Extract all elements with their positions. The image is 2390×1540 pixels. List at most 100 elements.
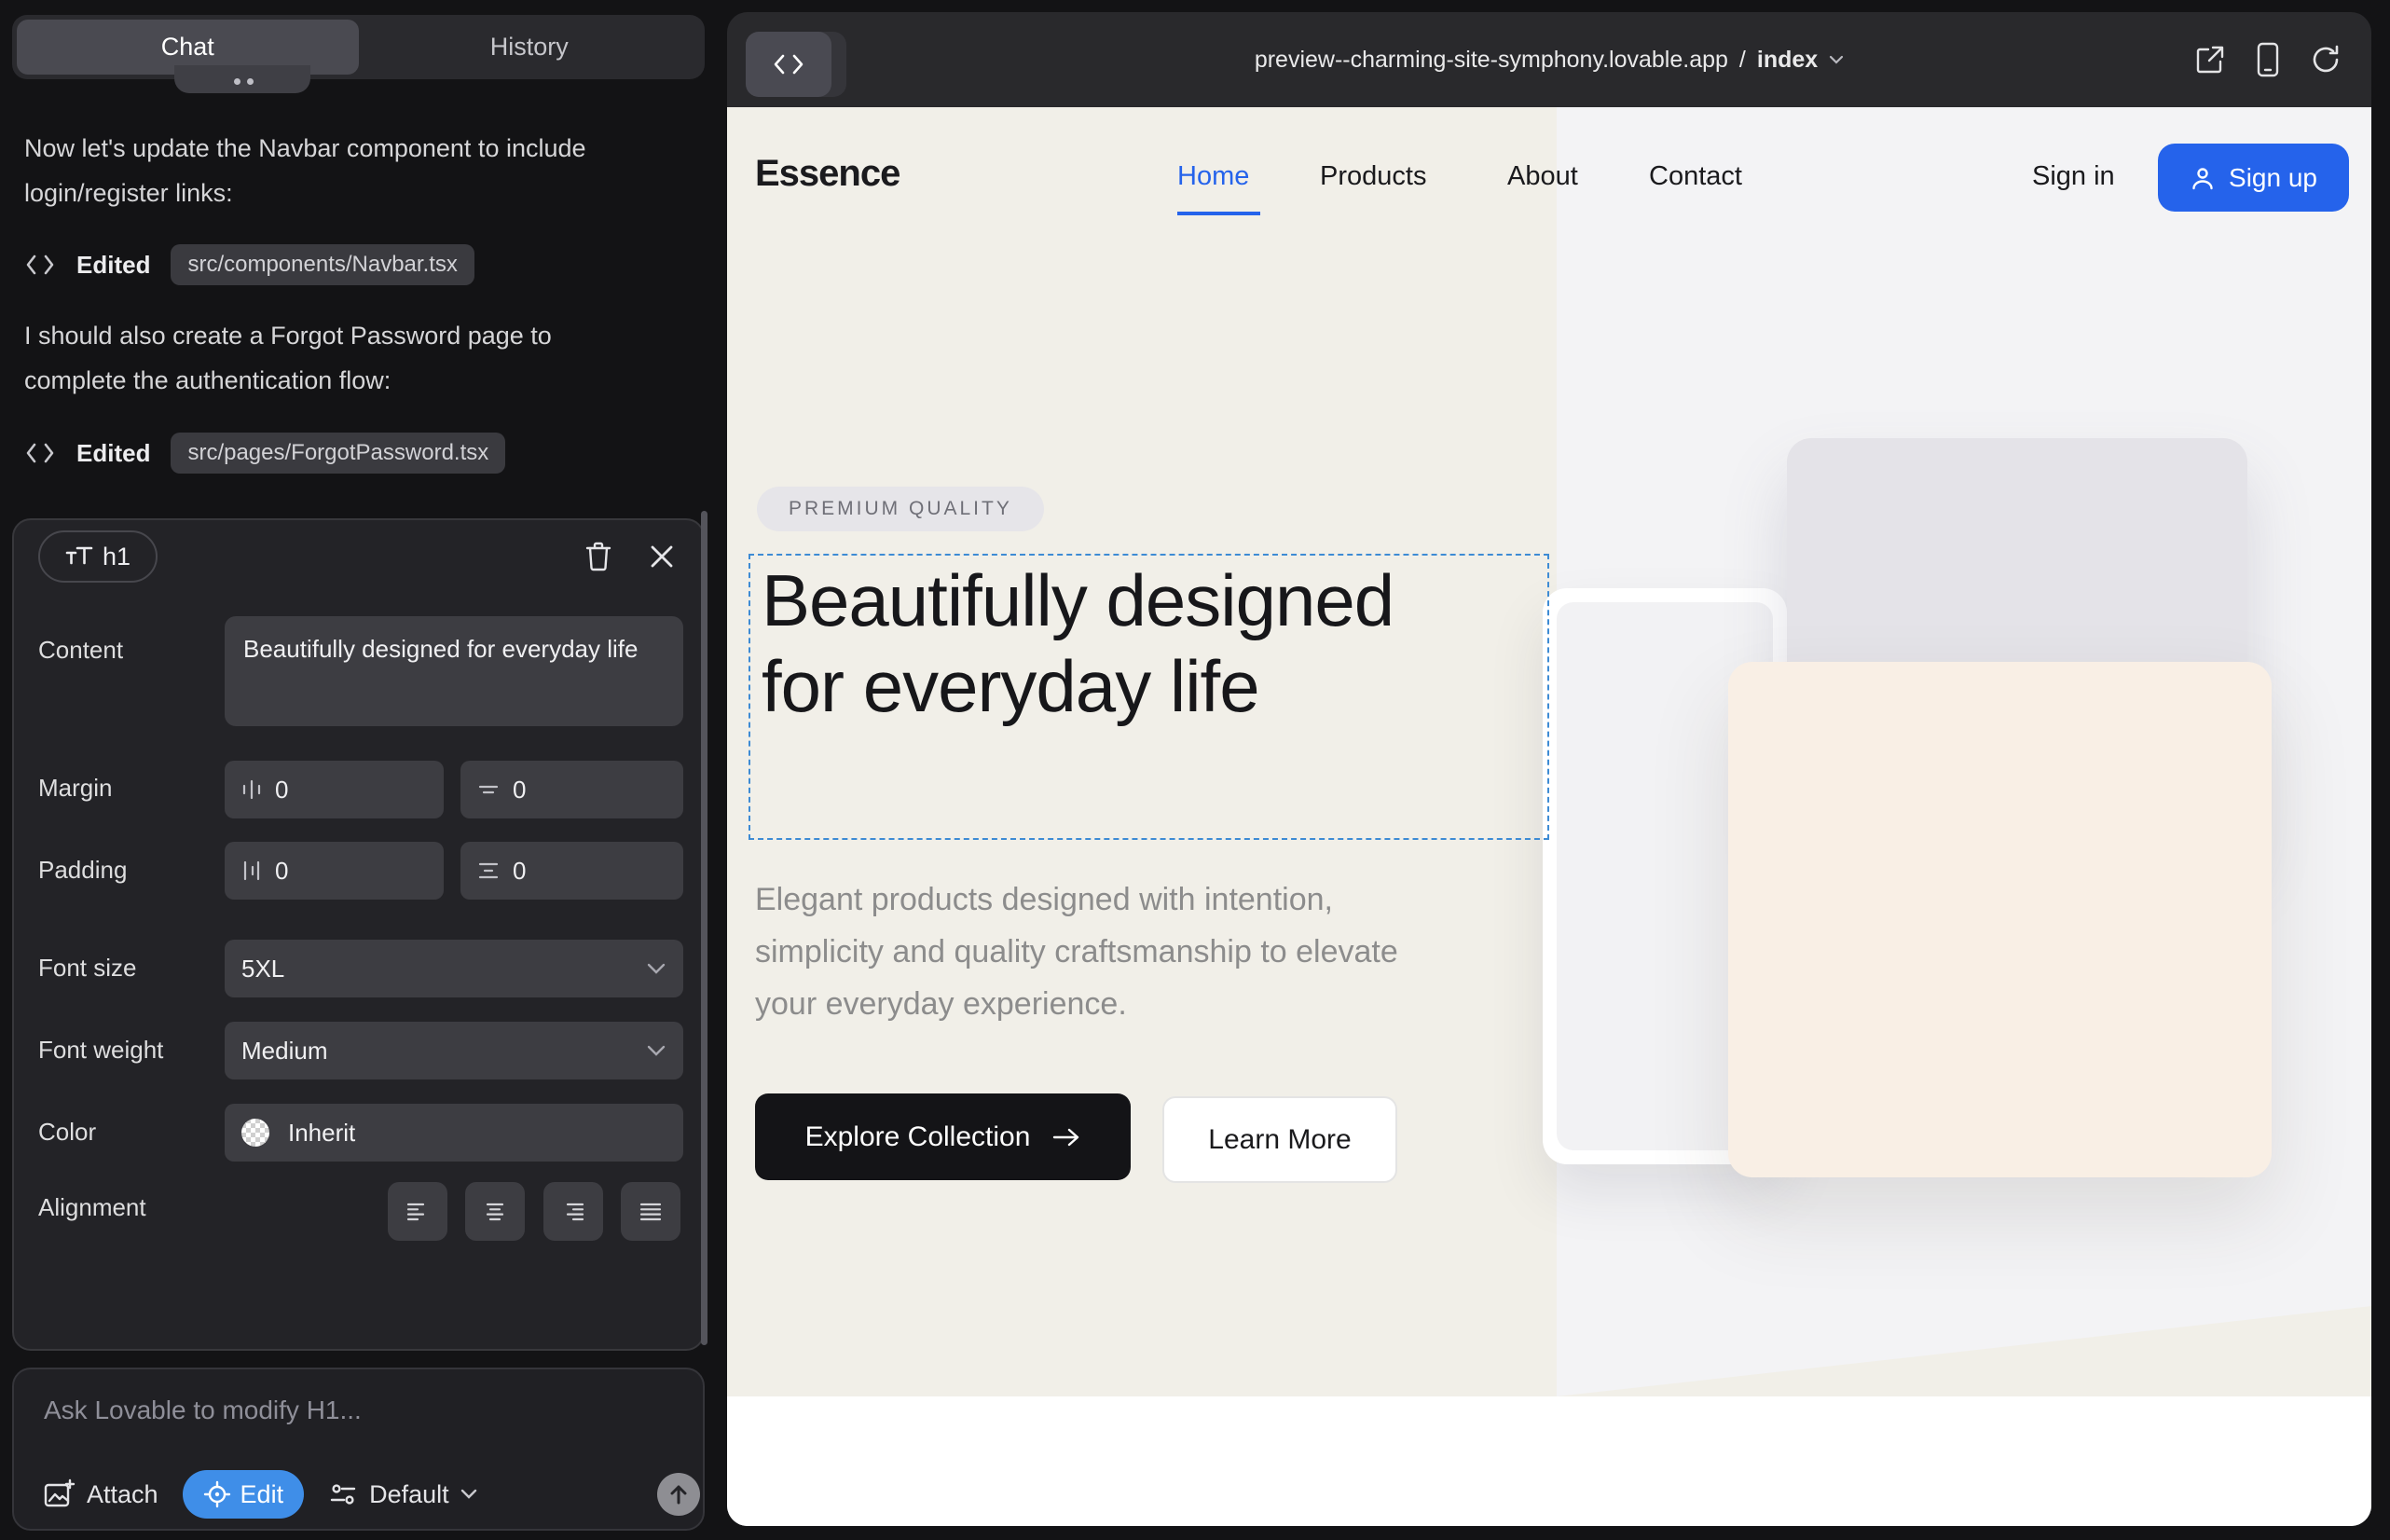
- nav-link-products[interactable]: Products: [1320, 161, 1426, 192]
- code-icon: [24, 253, 56, 277]
- alignment-label: Alignment: [38, 1193, 146, 1222]
- attach-button[interactable]: Attach: [42, 1478, 158, 1511]
- active-nav-underline: [1177, 212, 1260, 215]
- font-weight-label: Font weight: [38, 1036, 163, 1065]
- url-host: preview--charming-site-symphony.lovable.…: [1255, 47, 1728, 74]
- signup-button[interactable]: Sign up: [2158, 144, 2349, 212]
- mode-label: Default: [369, 1480, 449, 1509]
- site-logo[interactable]: Essence: [755, 153, 900, 195]
- send-button[interactable]: [657, 1473, 700, 1516]
- composer-toolbar: Attach Edit Default: [42, 1470, 477, 1519]
- attach-label: Attach: [87, 1480, 158, 1509]
- align-left-button[interactable]: [388, 1182, 447, 1241]
- dot: [247, 78, 254, 85]
- padding-vertical-input[interactable]: 0: [460, 842, 683, 900]
- chevron-down-icon: [646, 962, 666, 975]
- mobile-view-icon[interactable]: [2256, 42, 2280, 77]
- element-editor-panel: h1 Content Beautifully designed for ever…: [12, 518, 705, 1351]
- target-icon: [203, 1480, 231, 1508]
- margin-label: Margin: [38, 774, 112, 803]
- align-justify-icon: [638, 1201, 664, 1223]
- align-center-icon: [482, 1201, 508, 1223]
- delete-element-button[interactable]: [577, 535, 620, 578]
- nav-link-about[interactable]: About: [1507, 161, 1578, 192]
- selected-element-chip[interactable]: h1: [38, 530, 158, 583]
- explore-collection-label: Explore Collection: [805, 1121, 1031, 1153]
- align-right-button[interactable]: [543, 1182, 603, 1241]
- composer-input[interactable]: [42, 1394, 670, 1450]
- tab-history[interactable]: History: [359, 20, 701, 75]
- padding-label: Padding: [38, 856, 127, 885]
- font-size-label: Font size: [38, 954, 137, 983]
- color-swatch: [241, 1119, 269, 1147]
- font-size-select[interactable]: 5XL: [225, 940, 683, 997]
- site-page: Essence Home Products About Contact Sign…: [727, 107, 2371, 1526]
- content-label: Content: [38, 636, 123, 665]
- arrow-up-icon: [668, 1483, 689, 1506]
- hero-image-card-cream: [1728, 662, 2272, 1177]
- nav-link-home[interactable]: Home: [1177, 161, 1249, 192]
- margin-vertical-value: 0: [513, 776, 526, 804]
- trash-icon: [584, 541, 612, 572]
- nav-link-contact[interactable]: Contact: [1649, 161, 1742, 192]
- close-icon: [649, 543, 675, 570]
- chevron-down-icon: [1829, 55, 1844, 65]
- selected-heading-outline: Beautifully designed for everyday life: [749, 554, 1549, 840]
- edited-file-row: Edited src/pages/ForgotPassword.tsx: [24, 431, 505, 475]
- next-section: [727, 1396, 2371, 1526]
- premium-badge: PREMIUM QUALITY: [757, 487, 1044, 531]
- edit-mode-button[interactable]: Edit: [183, 1470, 305, 1519]
- edit-label: Edit: [240, 1480, 284, 1509]
- element-tag-label: h1: [103, 543, 130, 571]
- font-size-value: 5XL: [241, 955, 284, 983]
- chevron-down-icon: [646, 1044, 666, 1057]
- chat-history-tabbar: Chat History: [12, 15, 705, 79]
- content-input[interactable]: Beautifully designed for everyday life: [225, 616, 683, 726]
- file-chip[interactable]: src/components/Navbar.tsx: [171, 244, 474, 285]
- edited-file-row: Edited src/components/Navbar.tsx: [24, 242, 474, 287]
- chat-scrollbar[interactable]: [701, 511, 707, 1345]
- open-external-icon[interactable]: [2194, 44, 2226, 76]
- preview-window: preview--charming-site-symphony.lovable.…: [727, 12, 2371, 1526]
- mode-select[interactable]: Default: [328, 1480, 477, 1509]
- dot: [234, 78, 240, 85]
- code-view-button[interactable]: [746, 32, 831, 97]
- signin-link[interactable]: Sign in: [2032, 161, 2115, 192]
- margin-horizontal-value: 0: [275, 776, 288, 804]
- color-value: Inherit: [288, 1119, 355, 1148]
- edited-label: Edited: [76, 439, 150, 468]
- hero-description: Elegant products designed with intention…: [755, 873, 1398, 1030]
- lovable-app: Chat History Now let's update the Navbar…: [0, 0, 2390, 1540]
- padding-horizontal-input[interactable]: 0: [225, 842, 444, 900]
- learn-more-button[interactable]: Learn More: [1162, 1096, 1397, 1183]
- hero-diagonal-decoration: [1557, 1306, 2371, 1396]
- browser-chrome: preview--charming-site-symphony.lovable.…: [727, 12, 2371, 107]
- attach-image-icon: [42, 1478, 76, 1511]
- url-page: index: [1757, 47, 1818, 74]
- file-chip[interactable]: src/pages/ForgotPassword.tsx: [171, 433, 505, 474]
- hero-heading[interactable]: Beautifully designed for everyday life: [762, 557, 1433, 729]
- align-justify-button[interactable]: [621, 1182, 680, 1241]
- explore-collection-button[interactable]: Explore Collection: [755, 1093, 1131, 1180]
- font-weight-select[interactable]: Medium: [225, 1022, 683, 1079]
- margin-vertical-icon: [477, 779, 500, 800]
- align-right-icon: [560, 1201, 586, 1223]
- margin-vertical-input[interactable]: 0: [460, 761, 683, 818]
- settings-sliders-icon: [328, 1480, 358, 1508]
- align-center-button[interactable]: [465, 1182, 525, 1241]
- font-weight-value: Medium: [241, 1037, 327, 1066]
- color-select[interactable]: Inherit: [225, 1104, 683, 1162]
- view-toggle-group: [746, 32, 846, 97]
- user-icon: [2190, 165, 2216, 191]
- url-bar[interactable]: preview--charming-site-symphony.lovable.…: [727, 12, 2371, 107]
- refresh-icon[interactable]: [2310, 44, 2342, 76]
- close-panel-button[interactable]: [640, 535, 683, 578]
- chat-message: I should also create a Forgot Password p…: [24, 313, 649, 403]
- scrolled-out-chip[interactable]: [174, 65, 310, 93]
- code-icon: [772, 52, 805, 76]
- typography-icon: [65, 543, 93, 570]
- code-icon: [24, 441, 56, 465]
- edited-label: Edited: [76, 251, 150, 280]
- signup-label: Sign up: [2229, 163, 2317, 193]
- margin-horizontal-input[interactable]: 0: [225, 761, 444, 818]
